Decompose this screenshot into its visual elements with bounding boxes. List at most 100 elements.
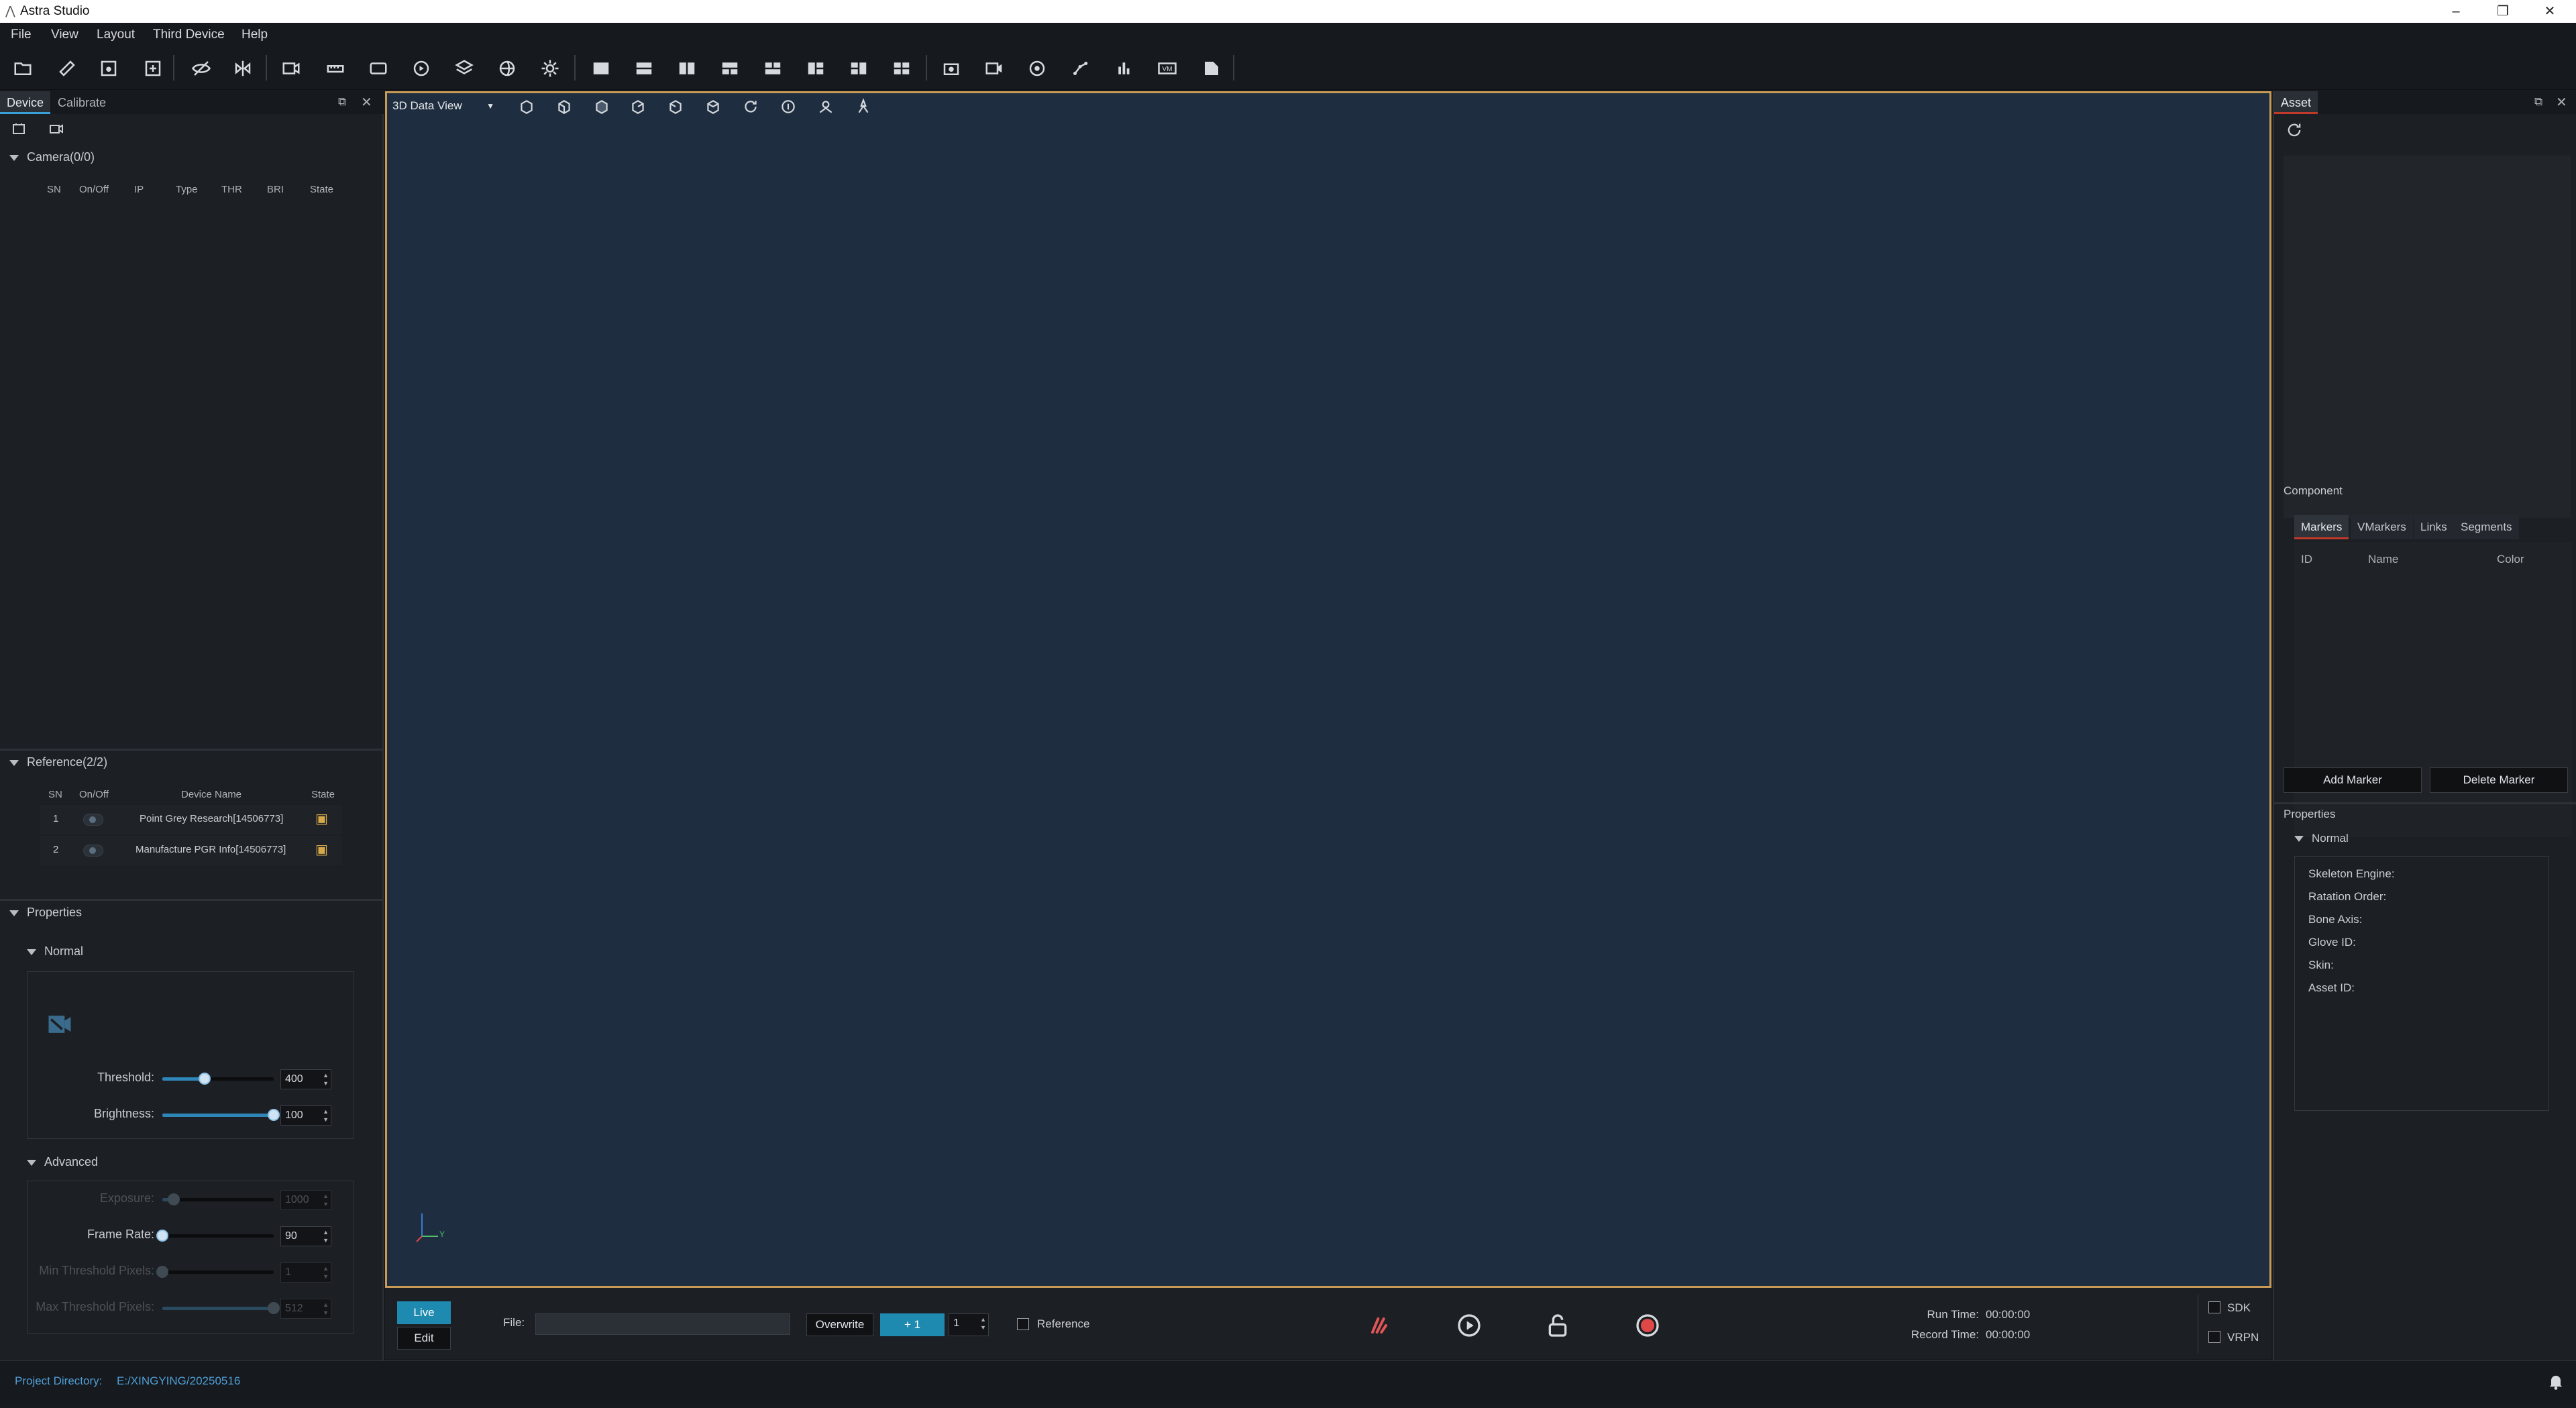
tab-segments[interactable]: Segments	[2454, 515, 2519, 539]
info-view-icon[interactable]	[776, 97, 800, 117]
layout-tri-bottom-icon[interactable]	[759, 55, 786, 82]
export-icon[interactable]	[1198, 55, 1225, 82]
camera-section-header[interactable]: Camera(0/0)	[9, 150, 95, 164]
right-view-icon[interactable]	[663, 97, 688, 117]
frame-rate-slider-thumb[interactable]	[156, 1230, 168, 1242]
front-view-icon[interactable]	[552, 97, 576, 117]
add-marker-button[interactable]: Add Marker	[2284, 767, 2422, 793]
sdk-checkbox[interactable]	[2208, 1301, 2220, 1313]
menu-third-device[interactable]: Third Device	[153, 28, 225, 42]
brightness-spinbox[interactable]: 100 ▲ ▼	[280, 1105, 331, 1126]
cube-view-icon[interactable]	[515, 97, 539, 117]
settings-icon[interactable]	[537, 55, 564, 82]
device-list-icon[interactable]	[11, 121, 27, 137]
back-view-icon[interactable]	[590, 97, 614, 117]
save-icon[interactable]	[95, 55, 122, 82]
camera-icon[interactable]	[48, 121, 64, 137]
frame-rate-slider-track[interactable]	[162, 1234, 274, 1238]
camera-add-icon[interactable]	[278, 55, 305, 82]
reference-checkbox[interactable]	[1017, 1318, 1029, 1330]
vrpn-checkbox[interactable]	[2208, 1331, 2220, 1343]
layout-split-v-icon[interactable]	[674, 55, 700, 82]
frame-rate-spinbox[interactable]: 90 ▲ ▼	[280, 1226, 331, 1246]
layers-icon[interactable]	[451, 55, 478, 82]
hide-icon[interactable]	[188, 55, 215, 82]
refresh-icon[interactable]	[408, 55, 435, 82]
top-view-icon[interactable]	[701, 97, 725, 117]
close-panel-icon[interactable]: ✕	[2556, 94, 2567, 111]
overwrite-button[interactable]: Overwrite	[806, 1313, 873, 1336]
mirror-icon[interactable]	[229, 55, 256, 82]
3d-viewport[interactable]: 3D Data View ▼ Y	[385, 91, 2271, 1288]
tag-icon[interactable]	[365, 55, 392, 82]
panel-splitter[interactable]	[0, 899, 384, 901]
record-icon[interactable]	[1634, 1312, 1661, 1339]
layout-tri-top-icon[interactable]	[716, 55, 743, 82]
reference-row-toggle[interactable]	[83, 845, 103, 857]
left-view-icon[interactable]	[626, 97, 650, 117]
properties-section-header[interactable]: Properties	[9, 906, 82, 920]
threshold-slider-thumb[interactable]	[199, 1073, 211, 1085]
threshold-slider-track[interactable]	[162, 1077, 274, 1081]
menu-file[interactable]: File	[11, 28, 32, 42]
camera-sync-icon[interactable]	[938, 55, 965, 82]
layout-single-icon[interactable]	[588, 55, 614, 82]
panel-splitter[interactable]	[2274, 802, 2576, 804]
view-selector-dropdown[interactable]: 3D Data View ▼	[392, 97, 500, 115]
layout-tri-left-icon[interactable]	[802, 55, 829, 82]
threshold-spinbox[interactable]: 400 ▲ ▼	[280, 1069, 331, 1089]
tab-device[interactable]: Device	[0, 91, 51, 114]
ruler-tool-icon[interactable]	[322, 55, 349, 82]
live-button[interactable]: Live	[397, 1301, 451, 1324]
marker-view-icon[interactable]	[851, 97, 875, 117]
video-camera-icon[interactable]	[981, 55, 1008, 82]
sphere-icon[interactable]	[1024, 55, 1051, 82]
tab-vmarkers[interactable]: VMarkers	[2351, 515, 2413, 539]
table-row[interactable]: 1 Point Grey Research[14506773] ▣	[40, 805, 342, 834]
float-panel-icon[interactable]: ⧉	[338, 95, 346, 109]
tab-markers[interactable]: Markers	[2294, 515, 2349, 539]
advanced-group-header[interactable]: Advanced	[27, 1155, 98, 1169]
increment-button[interactable]: + 1	[880, 1313, 945, 1336]
save-as-icon[interactable]	[140, 55, 166, 82]
tab-asset[interactable]: Asset	[2274, 91, 2318, 114]
edit-button[interactable]: Edit	[397, 1327, 451, 1350]
vm-icon[interactable]: VM	[1154, 55, 1181, 82]
close-window-button[interactable]: ✕	[2526, 0, 2573, 23]
skeleton-icon[interactable]	[1067, 55, 1093, 82]
brightness-slider-track[interactable]	[162, 1114, 274, 1117]
reset-view-icon[interactable]	[739, 97, 763, 117]
normal-group-header[interactable]: Normal	[27, 944, 83, 959]
menu-view[interactable]: View	[51, 28, 78, 42]
layout-quad-icon[interactable]	[888, 55, 915, 82]
table-row[interactable]: 2 Manufacture PGR Info[14506773] ▣	[40, 836, 342, 865]
unlock-icon[interactable]	[1544, 1312, 1571, 1339]
project-directory-path[interactable]: E:/XINGYING/20250516	[117, 1374, 240, 1388]
brightness-slider-thumb[interactable]	[268, 1109, 280, 1121]
open-folder-icon[interactable]	[9, 55, 36, 82]
tab-calibrate[interactable]: Calibrate	[51, 91, 113, 114]
menu-help[interactable]: Help	[241, 28, 268, 42]
minimize-button[interactable]: –	[2432, 0, 2479, 23]
bar-chart-icon[interactable]	[1111, 55, 1138, 82]
normal-group-header[interactable]: Normal	[2294, 832, 2349, 845]
camera-view-icon[interactable]	[814, 97, 838, 117]
ruler-icon[interactable]	[54, 55, 80, 82]
play-icon[interactable]	[1456, 1312, 1483, 1339]
increment-spinbox[interactable]: 1 ▲ ▼	[949, 1313, 989, 1336]
panel-splitter[interactable]	[0, 749, 384, 751]
delete-marker-button[interactable]: Delete Marker	[2430, 767, 2568, 793]
layout-tri-right-icon[interactable]	[845, 55, 872, 82]
globe-icon[interactable]	[494, 55, 521, 82]
menu-layout[interactable]: Layout	[97, 28, 135, 42]
tab-links[interactable]: Links	[2414, 515, 2454, 539]
refresh-icon[interactable]	[2285, 121, 2304, 140]
restore-button[interactable]: ❐	[2479, 0, 2526, 23]
marker-cloud-icon[interactable]	[1366, 1312, 1393, 1339]
reference-section-header[interactable]: Reference(2/2)	[9, 755, 107, 769]
float-panel-icon[interactable]: ⧉	[2534, 95, 2542, 109]
close-panel-icon[interactable]: ✕	[361, 94, 372, 111]
file-input[interactable]	[535, 1313, 790, 1335]
layout-split-h-icon[interactable]	[631, 55, 657, 82]
asset-list[interactable]	[2284, 156, 2571, 518]
